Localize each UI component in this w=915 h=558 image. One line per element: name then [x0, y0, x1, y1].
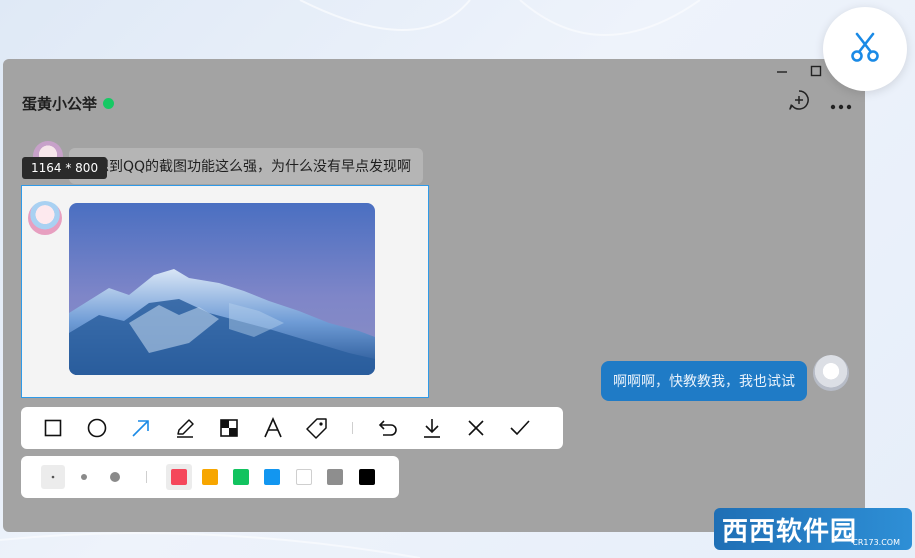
my-avatar[interactable] [813, 355, 849, 391]
ellipse-icon[interactable] [75, 407, 119, 449]
mountain-photo [69, 203, 375, 375]
mosaic-icon[interactable] [207, 407, 251, 449]
scissors-icon [848, 30, 882, 68]
color-swatch-gray[interactable] [327, 469, 343, 485]
contact-name: 蛋黄小公举 [22, 95, 98, 113]
text-icon[interactable] [251, 407, 295, 449]
palette-divider [146, 471, 147, 483]
color-swatch-white[interactable] [296, 469, 312, 485]
outgoing-message: 啊啊啊，快教教我，我也试试 [601, 361, 807, 401]
selection-size-tooltip: 1164 * 800 [22, 157, 108, 179]
online-status-dot [103, 98, 115, 109]
more-icon[interactable] [829, 96, 853, 115]
cancel-icon[interactable] [454, 407, 498, 449]
pen-icon[interactable] [163, 407, 207, 449]
minimize-icon[interactable] [776, 65, 788, 81]
color-swatch-green[interactable] [233, 469, 249, 485]
undo-icon[interactable] [366, 407, 410, 449]
screenshot-toolbar [21, 407, 563, 449]
chat-window: 蛋黄小公举 没想到QQ的截图功能这么强，为什么没有早点发现啊 1164 * 80… [3, 59, 865, 532]
incoming-message-text: 没想到QQ的截图功能这么强，为什么没有早点发现啊 [81, 159, 412, 175]
color-swatch-orange[interactable] [202, 469, 218, 485]
rectangle-icon[interactable] [31, 407, 75, 449]
maximize-icon[interactable] [810, 65, 822, 81]
watermark-subtext: CR173.COM [852, 538, 900, 547]
arrow-icon[interactable] [119, 407, 163, 449]
tag-icon[interactable] [295, 407, 339, 449]
contact-avatar-in-selection [28, 201, 62, 235]
screenshot-selection-area[interactable] [21, 185, 429, 398]
incoming-message: 没想到QQ的截图功能这么强，为什么没有早点发现啊 [69, 148, 424, 184]
screenshot-launcher-button[interactable] [823, 7, 907, 91]
site-watermark: 西西软件园 CR173.COM [714, 508, 912, 550]
toolbar-divider [352, 422, 353, 434]
watermark-text: 西西软件园 [722, 516, 858, 547]
color-swatch-red[interactable] [171, 469, 187, 485]
download-icon[interactable] [410, 407, 454, 449]
outgoing-message-text: 啊啊啊，快教教我，我也试试 [613, 374, 795, 390]
chat-header: 蛋黄小公举 [22, 93, 115, 114]
brush-size-medium[interactable] [72, 465, 96, 489]
confirm-icon[interactable] [498, 407, 542, 449]
color-palette [21, 456, 399, 498]
brush-size-large[interactable] [103, 465, 127, 489]
color-swatch-black[interactable] [359, 469, 375, 485]
brush-size-small[interactable] [41, 465, 65, 489]
add-chat-icon[interactable] [788, 89, 810, 115]
color-swatch-blue[interactable] [264, 469, 280, 485]
